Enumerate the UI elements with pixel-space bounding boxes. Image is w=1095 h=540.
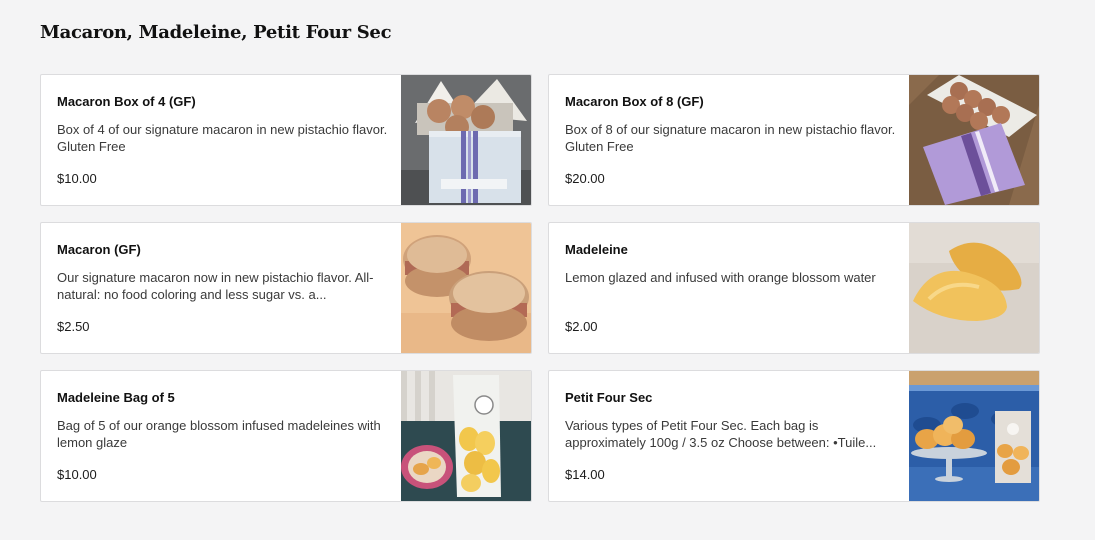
menu-item-image[interactable] xyxy=(909,371,1039,501)
menu-item-description: Various types of Petit Four Sec. Each ba… xyxy=(565,418,877,450)
menu-item-price: $14.00 xyxy=(565,467,605,482)
section-title: Macaron, Madeleine, Petit Four Sec xyxy=(40,22,392,43)
menu-item-image[interactable] xyxy=(909,223,1039,353)
menu-item-name: Madeleine Bag of 5 xyxy=(57,390,175,405)
menu-item-description: Box of 4 of our signature macaron in new… xyxy=(57,122,388,154)
madeleine-photo xyxy=(909,223,1039,353)
menu-item-info: Macaron (GF) Our signature macaron now i… xyxy=(57,223,393,353)
menu-item-image[interactable] xyxy=(909,75,1039,205)
menu-item-price: $2.50 xyxy=(57,319,90,334)
menu-item-name: Macaron (GF) xyxy=(57,242,141,257)
menu-item-card[interactable]: Madeleine Lemon glazed and infused with … xyxy=(548,222,1040,354)
menu-item-price: $10.00 xyxy=(57,467,97,482)
menu-item-card[interactable]: Macaron Box of 4 (GF) Box of 4 of our si… xyxy=(40,74,532,206)
menu-item-description: Our signature macaron now in new pistach… xyxy=(57,270,374,302)
menu-item-price: $2.00 xyxy=(565,319,598,334)
menu-item-info: Petit Four Sec Various types of Petit Fo… xyxy=(565,371,901,501)
menu-item-name: Madeleine xyxy=(565,242,628,257)
menu-item-price: $10.00 xyxy=(57,171,97,186)
madeleine-bag-photo xyxy=(401,371,531,501)
menu-item-description: Lemon glazed and infused with orange blo… xyxy=(565,270,876,285)
menu-item-card[interactable]: Petit Four Sec Various types of Petit Fo… xyxy=(548,370,1040,502)
menu-item-card[interactable]: Madeleine Bag of 5 Bag of 5 of our orang… xyxy=(40,370,532,502)
menu-item-name: Macaron Box of 4 (GF) xyxy=(57,94,196,109)
macaron-box-photo xyxy=(401,75,531,205)
menu-item-info: Macaron Box of 8 (GF) Box of 8 of our si… xyxy=(565,75,901,205)
menu-item-image[interactable] xyxy=(401,371,531,501)
menu-item-card[interactable]: Macaron Box of 8 (GF) Box of 8 of our si… xyxy=(548,74,1040,206)
petit-four-sec-photo xyxy=(909,371,1039,501)
menu-item-description: Box of 8 of our signature macaron in new… xyxy=(565,122,896,154)
menu-item-image[interactable] xyxy=(401,223,531,353)
macaron-photo xyxy=(401,223,531,353)
menu-items-grid: Macaron Box of 4 (GF) Box of 4 of our si… xyxy=(40,74,1040,502)
menu-item-name: Petit Four Sec xyxy=(565,390,653,405)
menu-item-description: Bag of 5 of our orange blossom infused m… xyxy=(57,418,381,450)
menu-item-card[interactable]: Macaron (GF) Our signature macaron now i… xyxy=(40,222,532,354)
menu-item-info: Madeleine Bag of 5 Bag of 5 of our orang… xyxy=(57,371,393,501)
menu-item-price: $20.00 xyxy=(565,171,605,186)
menu-item-info: Madeleine Lemon glazed and infused with … xyxy=(565,223,901,353)
menu-item-name: Macaron Box of 8 (GF) xyxy=(565,94,704,109)
macaron-box-photo xyxy=(909,75,1039,205)
menu-item-info: Macaron Box of 4 (GF) Box of 4 of our si… xyxy=(57,75,393,205)
menu-item-image[interactable] xyxy=(401,75,531,205)
